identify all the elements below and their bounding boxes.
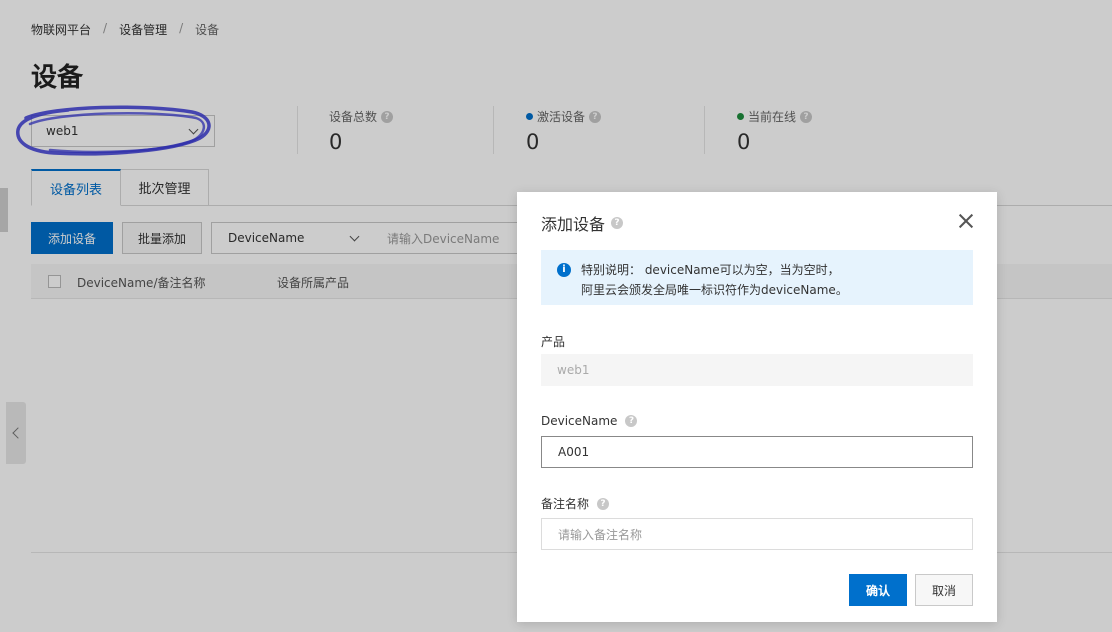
product-label: 产品 — [541, 335, 566, 349]
product-field: web1 — [541, 354, 973, 386]
confirm-button[interactable]: 确认 — [849, 574, 907, 606]
info-icon: i — [557, 263, 571, 277]
notice-line-1: 特别说明： deviceName可以为空，当为空时， — [581, 263, 840, 277]
remark-input[interactable]: 请输入备注名称 — [541, 518, 973, 550]
remark-label: 备注名称 — [541, 497, 590, 511]
help-icon[interactable]: ? — [611, 217, 624, 229]
add-device-dialog: 添加设备 ? i 特别说明： deviceName可以为空，当为空时， 阿里云会… — [517, 192, 997, 622]
close-icon[interactable] — [957, 212, 975, 230]
dialog-title: 添加设备 — [541, 215, 606, 234]
help-icon[interactable]: ? — [597, 497, 610, 510]
notice-line-2: 阿里云会颁发全局唯一标识符作为deviceName。 — [581, 283, 848, 297]
device-name-label: DeviceName — [541, 414, 618, 428]
notice-banner: i 特别说明： deviceName可以为空，当为空时， 阿里云会颁发全局唯一标… — [541, 250, 973, 305]
cancel-button[interactable]: 取消 — [915, 574, 973, 606]
device-name-input[interactable]: A001 — [541, 436, 973, 468]
help-icon[interactable]: ? — [625, 415, 638, 427]
